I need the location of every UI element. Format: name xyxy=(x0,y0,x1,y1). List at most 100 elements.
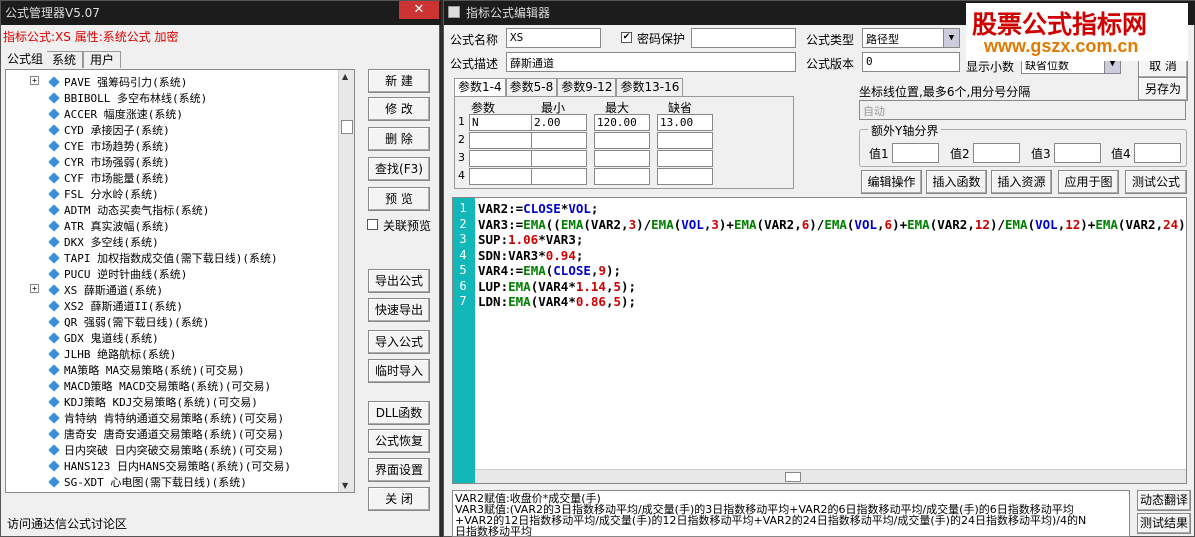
formula-tree[interactable]: + PAVE 强筹码引力(系统) BBIBOLL 多空布林线(系统) ACCER 幅度… xyxy=(5,69,355,493)
version-field[interactable]: 0 xyxy=(862,52,960,72)
param-def-cell[interactable] xyxy=(657,168,713,185)
tree-item[interactable]: KDJ策略 KDJ交易策略(系统)(可交易) xyxy=(30,394,258,410)
tree-item[interactable]: HANS123 日内HANS交易策略(系统)(可交易) xyxy=(30,458,291,474)
tree-item[interactable]: + PAVE 强筹码引力(系统) xyxy=(30,74,187,90)
tree-item[interactable]: CYF 市场能量(系统) xyxy=(30,170,170,186)
delete-button[interactable]: 删 除 xyxy=(368,127,430,151)
temp-import-button[interactable]: 临时导入 xyxy=(368,359,430,383)
test-formula-button[interactable]: 测试公式 xyxy=(1125,170,1187,194)
tree-item[interactable]: MA策略 MA交易策略(系统)(可交易) xyxy=(30,362,245,378)
tree-item[interactable]: XS2 薛斯通道II(系统) xyxy=(30,298,183,314)
tree-item[interactable]: ACCER 幅度涨速(系统) xyxy=(30,106,183,122)
param-min-cell[interactable] xyxy=(531,150,587,167)
export-button[interactable]: 导出公式 xyxy=(368,269,430,293)
tree-item[interactable]: FSL 分水岭(系统) xyxy=(30,186,159,202)
tree-item[interactable]: CYR 市场强弱(系统) xyxy=(30,154,170,170)
param-max-cell[interactable] xyxy=(594,150,650,167)
scroll-up-icon[interactable]: ▲ xyxy=(342,72,348,81)
tree-item[interactable]: DKX 多空线(系统) xyxy=(30,234,159,250)
edit-ops-button[interactable]: 编辑操作 xyxy=(861,170,922,194)
quick-export-button[interactable]: 快速导出 xyxy=(368,298,430,322)
tab-user[interactable]: 用户 xyxy=(83,51,122,68)
tree-item[interactable]: CYD 承接因子(系统) xyxy=(30,122,170,138)
code-line[interactable]: SDN:VAR3*0.94; xyxy=(478,248,583,263)
code-line[interactable]: SUP:1.06*VAR3; xyxy=(478,232,583,247)
tree-item[interactable]: BBIBOLL 多空布林线(系统) xyxy=(30,90,207,106)
import-button[interactable]: 导入公式 xyxy=(368,330,430,354)
tree-item[interactable]: JLHB 绝路航标(系统) xyxy=(30,346,176,362)
editor-hscrollbar[interactable] xyxy=(475,469,1186,483)
editor-hscroll-thumb[interactable] xyxy=(785,472,801,482)
tree-item[interactable]: CYE 市场趋势(系统) xyxy=(30,138,170,154)
y-value-4-field[interactable] xyxy=(1134,143,1181,163)
y-value-3-field[interactable] xyxy=(1054,143,1101,163)
tab-params-1-4[interactable]: 参数1-4 xyxy=(454,78,506,96)
param-max-cell[interactable] xyxy=(594,168,650,185)
name-field[interactable]: XS xyxy=(506,28,601,48)
tree-item[interactable]: 肯特纳 肯特纳通道交易策略(系统)(可交易) xyxy=(30,410,284,426)
scroll-down-icon[interactable]: ▼ xyxy=(342,481,348,490)
tab-params-5-8[interactable]: 参数5-8 xyxy=(505,78,558,96)
y-value-1-field[interactable] xyxy=(892,143,939,163)
param-min-cell[interactable]: 2.00 xyxy=(531,114,587,131)
find-button[interactable]: 查找(F3) xyxy=(368,157,430,181)
forum-link[interactable]: 访问通达信公式讨论区 xyxy=(7,515,127,532)
preview-button[interactable]: 预 览 xyxy=(368,187,430,211)
test-result-button[interactable]: 测试结果 xyxy=(1137,513,1191,534)
tree-item[interactable]: MACD策略 MACD交易策略(系统)(可交易) xyxy=(30,378,271,394)
param-def-cell[interactable] xyxy=(657,132,713,149)
tree-item[interactable]: PUCU 逆时针曲线(系统) xyxy=(30,266,187,282)
param-min-cell[interactable] xyxy=(531,168,587,185)
code-line[interactable]: LUP:EMA(VAR4*1.14,5); xyxy=(478,279,636,294)
code-line[interactable]: LDN:EMA(VAR4*0.86,5); xyxy=(478,294,636,309)
axis-field[interactable]: 自动 xyxy=(859,100,1186,120)
tree-scrollbar[interactable]: ▲ ▼ xyxy=(338,70,354,492)
tab-params-9-12[interactable]: 参数9-12 xyxy=(557,78,617,96)
close-button[interactable]: 关 闭 xyxy=(368,487,430,511)
ui-settings-button[interactable]: 界面设置 xyxy=(368,458,430,482)
param-name-cell[interactable] xyxy=(469,168,537,185)
tree-item[interactable]: ADTM 动态买卖气指标(系统) xyxy=(30,202,209,218)
password-checkbox[interactable]: ✔ xyxy=(621,32,632,43)
dll-button[interactable]: DLL函数 xyxy=(368,401,430,425)
password-field[interactable] xyxy=(691,28,796,48)
tree-item[interactable]: QR 强弱(需下载日线)(系统) xyxy=(30,314,209,330)
insert-function-button[interactable]: 插入函数 xyxy=(926,170,987,194)
expand-icon[interactable]: + xyxy=(30,284,39,293)
type-select[interactable]: 路径型 ▼ xyxy=(862,28,960,48)
tab-params-13-16[interactable]: 参数13-16 xyxy=(616,78,684,96)
close-icon[interactable]: ✕ xyxy=(399,1,439,19)
tree-item[interactable]: GDX 鬼道线(系统) xyxy=(30,330,159,346)
save-as-button[interactable]: 另存为 xyxy=(1138,77,1188,101)
preview-checkbox[interactable] xyxy=(367,219,378,230)
tab-system[interactable]: 系统 xyxy=(45,51,84,68)
apply-to-chart-button[interactable]: 应用于图 xyxy=(1058,170,1119,194)
code-line[interactable]: VAR3:=EMA((EMA(VAR2,3)/EMA(VOL,3)+EMA(VA… xyxy=(478,217,1186,232)
tree-item[interactable]: 唐奇安 唐奇安通道交易策略(系统)(可交易) xyxy=(30,426,284,442)
chevron-down-icon[interactable]: ▼ xyxy=(943,29,959,47)
code-editor[interactable]: 1234567 VAR2:=CLOSE*VOL; VAR3:=EMA((EMA(V… xyxy=(452,197,1187,484)
param-max-cell[interactable] xyxy=(594,132,650,149)
param-name-cell[interactable]: N xyxy=(469,114,537,131)
param-def-cell[interactable]: 13.00 xyxy=(657,114,713,131)
modify-button[interactable]: 修 改 xyxy=(368,97,430,121)
tree-item[interactable]: SG-XDT 心电图(需下载日线)(系统) xyxy=(30,474,247,490)
insert-resource-button[interactable]: 插入资源 xyxy=(991,170,1052,194)
param-def-cell[interactable] xyxy=(657,150,713,167)
scroll-thumb[interactable] xyxy=(341,120,353,134)
param-max-cell[interactable]: 120.00 xyxy=(594,114,650,131)
restore-button[interactable]: 公式恢复 xyxy=(368,429,430,453)
tree-item[interactable]: + XS 薛斯通道(系统) xyxy=(30,282,163,298)
param-name-cell[interactable] xyxy=(469,150,537,167)
param-min-cell[interactable] xyxy=(531,132,587,149)
param-name-cell[interactable] xyxy=(469,132,537,149)
tree-item[interactable]: ATR 真实波幅(系统) xyxy=(30,218,170,234)
new-button[interactable]: 新 建 xyxy=(368,69,430,93)
code-line[interactable]: VAR2:=CLOSE*VOL; xyxy=(478,201,598,216)
tree-item[interactable]: 日内突破 日内突破交易策略(系统)(可交易) xyxy=(30,442,284,458)
dynamic-translate-button[interactable]: 动态翻译 xyxy=(1137,490,1191,511)
expand-icon[interactable]: + xyxy=(30,76,39,85)
tree-item[interactable]: TAPI 加权指数成交值(需下载日线)(系统) xyxy=(30,250,278,266)
desc-field[interactable]: 薛斯通道 xyxy=(506,52,796,72)
y-value-2-field[interactable] xyxy=(973,143,1020,163)
